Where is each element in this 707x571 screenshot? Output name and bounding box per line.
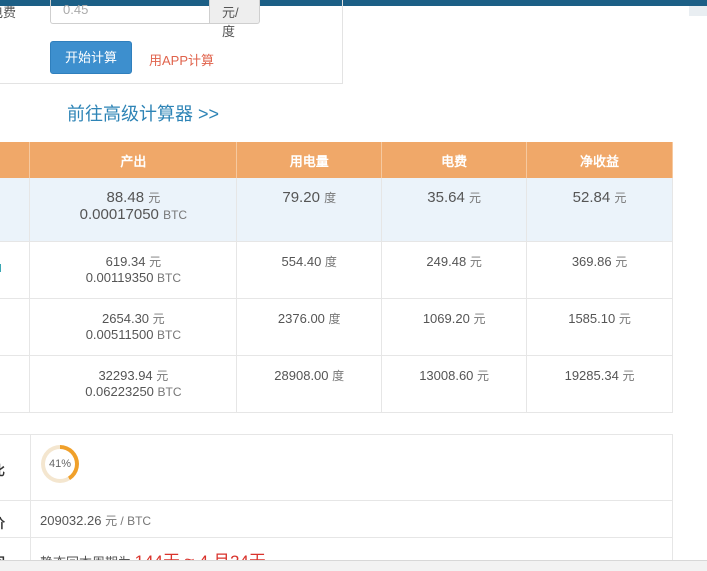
power-cell: 28908.00 度 [236, 355, 383, 413]
price-label: 价 [0, 513, 5, 532]
fee-unit-addon: 元/度 [210, 0, 260, 39]
ratio-label: 比 [0, 460, 5, 479]
btc-price: 209032.26 元 / BTC [40, 512, 151, 529]
output-cny: 32293.94 [98, 367, 153, 383]
fee-cell: 1069.20 元 [381, 298, 528, 356]
fee-value: 249.48 [426, 253, 467, 269]
unit-kwh: 度 [324, 254, 337, 269]
power-cell: 79.20 度 [236, 178, 383, 242]
output-cell: 2654.30 元 0.00511500 BTC [29, 298, 238, 356]
fee-cell: 13008.60 元 [381, 355, 528, 413]
power-value: 79.20 [282, 189, 320, 206]
header-edge [0, 142, 31, 178]
app-calc-link[interactable]: 用APP计算 [149, 50, 214, 69]
unit-cny: 元 [477, 368, 490, 383]
fee-value: 1069.20 [422, 310, 470, 326]
profit-value: 52.84 [572, 189, 611, 206]
unit-cny: 元 [156, 368, 169, 383]
table-row: 32293.94 元 0.06223250 BTC 28908.00 度 130… [0, 355, 673, 413]
profit-cell: 1585.10 元 [526, 298, 673, 356]
profit-value: 1585.10 [568, 310, 616, 326]
advanced-calculator-link[interactable]: 前往高级计算器 >> [67, 100, 219, 126]
unit-kwh: 度 [324, 191, 337, 205]
header-output: 产出 [29, 142, 238, 178]
unit-kwh: 度 [332, 368, 345, 383]
fee-value: 35.64 [427, 189, 465, 206]
row-edge [0, 355, 31, 413]
earnings-table: 产出 用电量 电费 净收益 88.48 元 0.00017050 BTC 79.… [0, 142, 673, 413]
profit-cell: 369.86 元 [526, 241, 673, 299]
table-row: 2654.30 元 0.00511500 BTC 2376.00 度 1069.… [0, 298, 673, 356]
ratio-progress-ring: 41% [41, 445, 79, 483]
table-row: 619.34 元 0.00119350 BTC 554.40 度 249.48 … [0, 241, 673, 299]
ratio-value: 41% [45, 449, 75, 479]
start-calc-button[interactable]: 开始计算 [50, 41, 132, 74]
fee-value: 13008.60 [419, 367, 474, 383]
output-cell: 619.34 元 0.00119350 BTC [29, 241, 238, 299]
output-btc: 0.06223250 [85, 383, 154, 399]
output-cny: 619.34 [105, 253, 146, 269]
fee-cell: 249.48 元 [381, 241, 528, 299]
unit-btc: BTC [163, 208, 188, 222]
unit-cny: 元 [618, 311, 631, 326]
summary-row-ratio: 比 [0, 435, 673, 501]
unit-cny: 元 [149, 254, 162, 269]
fee-input[interactable]: 0.45 [50, 0, 210, 24]
horizontal-scrollbar[interactable] [0, 560, 707, 571]
output-cny: 2654.30 [102, 310, 150, 326]
power-value: 2376.00 [277, 310, 325, 326]
profit-cell: 19285.34 元 [526, 355, 673, 413]
output-btc: 0.00511500 [85, 326, 154, 342]
price-unit: 元 / BTC [105, 514, 152, 528]
fee-label: 电费 [0, 5, 17, 20]
power-value: 554.40 [281, 253, 322, 269]
power-value: 28908.00 [274, 367, 329, 383]
profit-value: 19285.34 [564, 367, 619, 383]
unit-cny: 元 [152, 311, 165, 326]
unit-cny: 元 [468, 191, 481, 205]
output-btc: 0.00119350 [85, 269, 154, 285]
scroll-corner [689, 6, 707, 16]
output-btc: 0.00017050 [79, 206, 159, 223]
fee-cell: 35.64 元 [381, 178, 528, 242]
unit-kwh: 度 [328, 311, 341, 326]
row-edge [0, 298, 31, 356]
row-edge [0, 241, 31, 299]
header-power: 用电量 [236, 142, 383, 178]
unit-btc: BTC [157, 384, 182, 399]
table-row: 88.48 元 0.00017050 BTC 79.20 度 35.64 元 5… [0, 178, 673, 242]
row-edge [0, 178, 31, 242]
unit-cny: 元 [614, 191, 627, 205]
power-cell: 554.40 度 [236, 241, 383, 299]
profit-cell: 52.84 元 [526, 178, 673, 242]
output-cny: 88.48 [106, 189, 145, 206]
unit-cny: 元 [473, 311, 486, 326]
calculator-form: 电费 0.45 元/度 开始计算 用APP计算 [0, 0, 343, 84]
unit-btc: BTC [157, 270, 182, 285]
header-fee: 电费 [381, 142, 528, 178]
output-cell: 88.48 元 0.00017050 BTC [29, 178, 238, 242]
unit-btc: BTC [157, 327, 182, 342]
header-profit: 净收益 [526, 142, 673, 178]
unit-cny: 元 [615, 254, 628, 269]
unit-cny: 元 [622, 368, 635, 383]
profit-value: 369.86 [571, 253, 612, 269]
output-cell: 32293.94 元 0.06223250 BTC [29, 355, 238, 413]
table-header-row: 产出 用电量 电费 净收益 [0, 142, 673, 178]
price-value: 209032.26 [40, 513, 102, 528]
unit-cny: 元 [469, 254, 482, 269]
unit-cny: 元 [148, 191, 161, 205]
power-cell: 2376.00 度 [236, 298, 383, 356]
